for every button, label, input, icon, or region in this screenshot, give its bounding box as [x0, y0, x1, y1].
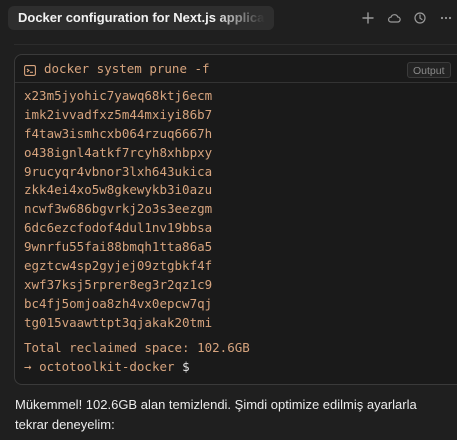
output-line: o438ignl4atkf7rcyh8xhbpxy [24, 144, 213, 160]
conversation-title[interactable]: Docker configuration for Next.js applica… [8, 6, 274, 30]
terminal-header: docker system prune -f Output [15, 55, 457, 83]
history-icon[interactable] [409, 8, 431, 28]
more-icon[interactable] [435, 8, 457, 28]
terminal-output-card: docker system prune -f Output x23m5jyohi… [14, 54, 457, 385]
output-line: 9wnrfu55fai88bmqh1tta86a5 [24, 239, 213, 255]
output-line: 6dc6ezcfodof4dul1nv19bbsa [24, 220, 213, 236]
add-icon[interactable] [357, 8, 379, 28]
output-line: imk2ivvadfxz5m44mxiyi86b7 [24, 106, 213, 122]
top-actions [353, 8, 457, 28]
top-bar: Docker configuration for Next.js applica… [0, 0, 457, 36]
output-line: zkk4ei4xo5w8gkewykb3i0azu [24, 182, 213, 198]
output-line: ncwf3w686bgvrkj2o3s3eezgm [24, 201, 213, 217]
prompt-directory: octotoolkit-docker [39, 359, 175, 374]
output-lines: x23m5jyohic7yawq68ktj6ecm imk2ivvadfxz5m4… [24, 87, 457, 333]
previous-block-edge [14, 44, 457, 45]
output-line: bc4fj5omjoa8zh4vx0epcw7qj [24, 295, 213, 311]
output-line: xwf37ksj5rprer8eg3r2qz1c9 [24, 276, 213, 292]
output-line: 9rucyqr4vbnor3lxh643ukica [24, 163, 213, 179]
reclaimed-space-summary: Total reclaimed space: 102.6GB [24, 340, 250, 355]
assistant-message: Mükemmel! 102.6GB alan temizlendi. Şimdi… [15, 397, 417, 432]
prompt-symbol: $ [182, 359, 190, 374]
output-line: f4taw3ismhcxb064rzuq6667h [24, 125, 213, 141]
shell-prompt: → octotoolkit-docker $ [24, 357, 190, 376]
output-badge: Output [407, 62, 451, 78]
output-line: egztcw4sp2gyjej09ztgbkf4f [24, 258, 213, 274]
terminal-icon [24, 63, 36, 76]
app-window: Docker configuration for Next.js applica… [0, 0, 457, 440]
output-line: tg015vaawttpt3qjakak20tmi [24, 314, 213, 330]
prompt-arrow: → [24, 359, 32, 374]
output-line: x23m5jyohic7yawq68ktj6ecm [24, 88, 213, 103]
terminal-command: docker system prune -f [44, 61, 210, 76]
cloud-icon[interactable] [383, 8, 405, 28]
